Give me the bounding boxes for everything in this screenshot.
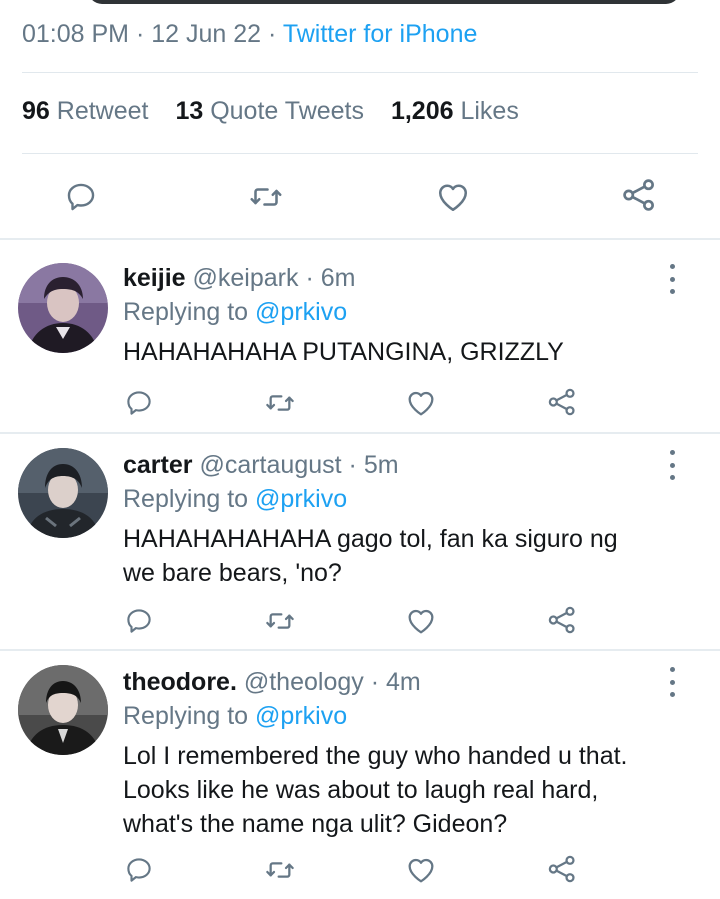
retweet-button[interactable] — [246, 177, 286, 217]
quote-tweets-stat[interactable]: 13 Quote Tweets — [175, 97, 364, 125]
mention-link[interactable]: @prkivo — [255, 485, 347, 513]
like-button[interactable] — [433, 177, 473, 217]
retweet-button[interactable] — [263, 386, 297, 420]
share-button[interactable] — [545, 603, 579, 637]
reply-content: carter @cartaugust · 5m Replying to @prk… — [123, 448, 660, 590]
reply-content: theodore. @theology · 4m Replying to @pr… — [123, 665, 660, 841]
display-name[interactable]: theodore. — [123, 668, 237, 696]
retweet-icon — [250, 188, 282, 206]
reply-icon — [127, 391, 151, 415]
reply-button[interactable] — [122, 853, 156, 887]
tweet-metadata: 01:08 PM · 12 Jun 22 · Twitter for iPhon… — [22, 20, 478, 48]
reply-time: 4m — [386, 668, 421, 696]
tweet-source-link[interactable]: Twitter for iPhone — [283, 20, 478, 48]
share-button[interactable] — [545, 385, 579, 419]
reply-tweet[interactable]: carter @cartaugust · 5m Replying to @prk… — [0, 434, 720, 649]
divider — [22, 153, 698, 154]
likes-label: Likes — [460, 97, 519, 125]
tweet-date: 12 Jun 22 — [151, 20, 262, 48]
heart-icon — [438, 184, 468, 212]
share-icon — [623, 179, 654, 211]
reply-text: Lol I remembered the guy who handed u th… — [123, 742, 628, 838]
reply-text: HAHAHAHAHAHA gago tol, fan ka siguro ng … — [123, 525, 618, 587]
more-icon — [669, 450, 675, 455]
retweets-count: 96 — [22, 97, 50, 125]
mention-link[interactable]: @prkivo — [255, 298, 347, 326]
mention-link[interactable]: @prkivo — [255, 702, 347, 730]
heart-icon — [408, 858, 434, 883]
more-options-button[interactable] — [664, 667, 680, 697]
reply-tweet[interactable]: theodore. @theology · 4m Replying to @pr… — [0, 651, 720, 899]
share-button[interactable] — [619, 175, 659, 215]
reply-icon — [127, 609, 151, 633]
reply-content: keijie @keipark · 6m Replying to @prkivo… — [123, 261, 660, 369]
avatar[interactable] — [18, 448, 108, 538]
retweet-button[interactable] — [263, 604, 297, 638]
tweet-media-image[interactable] — [0, 0, 720, 6]
likes-stat[interactable]: 1,206 Likes — [391, 97, 519, 125]
reply-time: 6m — [320, 264, 356, 292]
share-icon — [548, 855, 575, 883]
quote-tweets-count: 13 — [175, 97, 204, 125]
share-icon — [548, 606, 575, 634]
replying-to: Replying to @prkivo — [123, 485, 348, 513]
like-button[interactable] — [404, 604, 438, 638]
replying-to: Replying to @prkivo — [123, 298, 348, 326]
reply-tweet[interactable]: keijie @keipark · 6m Replying to @prkivo… — [0, 240, 720, 432]
reply-button[interactable] — [122, 604, 156, 638]
user-handle[interactable]: @keipark — [193, 264, 299, 292]
reply-button[interactable] — [61, 177, 101, 217]
display-name[interactable]: keijie — [123, 264, 186, 292]
replying-to: Replying to @prkivo — [123, 702, 348, 730]
reply-text: HAHAHAHAHA PUTANGINA, GRIZZLY — [123, 338, 564, 366]
likes-count: 1,206 — [390, 97, 454, 125]
tweet-time: 01:08 PM — [22, 20, 130, 48]
reply-button[interactable] — [122, 386, 156, 420]
share-icon — [548, 388, 575, 416]
like-button[interactable] — [404, 853, 438, 887]
more-options-button[interactable] — [664, 450, 680, 480]
retweet-button[interactable] — [263, 853, 297, 887]
more-icon — [669, 264, 675, 269]
more-options-button[interactable] — [664, 264, 680, 294]
avatar[interactable] — [18, 665, 108, 755]
reply-time: 5m — [363, 451, 399, 479]
retweet-icon — [266, 395, 294, 411]
user-handle[interactable]: @theology — [244, 668, 364, 696]
heart-icon — [408, 391, 434, 416]
like-button[interactable] — [404, 386, 438, 420]
user-handle[interactable]: @cartaugust — [199, 451, 341, 479]
display-name[interactable]: carter — [123, 451, 193, 479]
more-icon — [669, 667, 675, 672]
tweet-stats: 96 Retweet 13 Quote Tweets 1,206 Likes — [22, 97, 539, 126]
retweet-icon — [266, 613, 294, 629]
quote-tweets-label: Quote Tweets — [210, 97, 364, 125]
retweets-label: Retweet — [56, 97, 149, 125]
heart-icon — [408, 609, 434, 634]
reply-icon — [127, 858, 151, 882]
share-button[interactable] — [545, 852, 579, 886]
divider — [22, 72, 698, 73]
retweet-icon — [266, 862, 294, 878]
avatar[interactable] — [18, 263, 108, 353]
reply-icon — [67, 183, 95, 211]
retweets-stat[interactable]: 96 Retweet — [22, 97, 148, 125]
